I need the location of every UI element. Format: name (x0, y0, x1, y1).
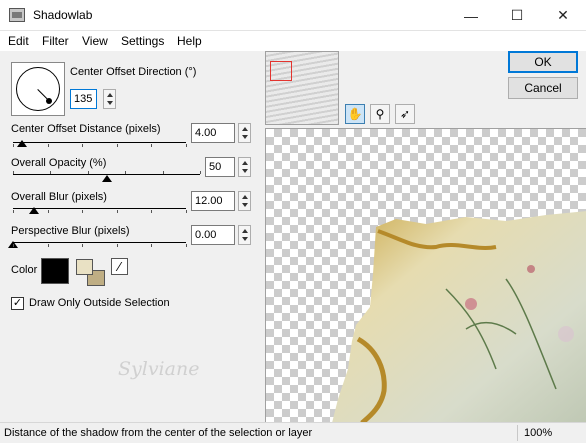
draw-outside-label: Draw Only Outside Selection (29, 297, 170, 309)
dial-handle[interactable] (46, 98, 52, 104)
eyedropper-icon[interactable]: ⁄ (111, 258, 128, 275)
slider-tick (50, 171, 52, 174)
slider-tick (125, 171, 127, 174)
close-button[interactable]: ✕ (540, 0, 586, 31)
direction-dial[interactable] (11, 62, 65, 116)
distance-input[interactable]: 4.00 (191, 123, 235, 143)
perspective-blur-slider[interactable] (13, 242, 186, 243)
distance-spinner[interactable] (238, 123, 251, 143)
status-message: Distance of the shadow from the center o… (4, 427, 313, 439)
opacity-spinner[interactable] (238, 157, 251, 177)
blur-slider[interactable] (13, 208, 186, 209)
slider-tick (162, 171, 164, 174)
zoom-tool-icon[interactable]: ⚲ (370, 104, 390, 124)
distance-slider[interactable] (13, 142, 186, 143)
menu-settings[interactable]: Settings (121, 34, 164, 48)
zoom-level: 100% (524, 427, 553, 439)
slider-tick (13, 144, 14, 147)
menu-edit[interactable]: Edit (8, 34, 29, 48)
blur-input[interactable]: 12.00 (191, 191, 235, 211)
shadow-color-swatch[interactable] (41, 258, 69, 284)
slider-tick (186, 210, 187, 213)
slider-tick (13, 244, 14, 247)
slider-tick (200, 171, 201, 174)
slider-tick (13, 210, 14, 213)
cancel-button[interactable]: Cancel (508, 77, 578, 99)
ok-button[interactable]: OK (508, 51, 578, 73)
draw-outside-checkbox[interactable]: ✓ (11, 297, 24, 310)
perspective-blur-label: Perspective Blur (pixels) (11, 225, 130, 237)
navigator-viewport[interactable] (270, 61, 292, 81)
distance-label: Center Offset Distance (pixels) (11, 123, 161, 135)
window-title: Shadowlab (33, 8, 93, 22)
slider-tick (47, 210, 49, 213)
blur-slider-thumb[interactable] (28, 207, 39, 214)
opacity-label: Overall Opacity (%) (11, 157, 107, 169)
slider-tick (47, 244, 49, 247)
foreground-color-swatch[interactable] (76, 259, 93, 275)
direction-input[interactable]: 135 (70, 89, 97, 109)
slider-tick (151, 244, 153, 247)
app-icon (9, 8, 25, 22)
opacity-input[interactable]: 50 (205, 157, 235, 177)
preview-canvas[interactable] (265, 128, 586, 422)
slider-tick (82, 244, 84, 247)
slider-tick (47, 144, 49, 147)
status-bar: Distance of the shadow from the center o… (0, 422, 586, 443)
slider-tick (116, 244, 118, 247)
slider-tick (151, 210, 153, 213)
slider-tick (87, 171, 89, 174)
slider-tick (13, 171, 14, 174)
menu-help[interactable]: Help (177, 34, 202, 48)
opacity-slider-thumb[interactable] (101, 175, 112, 182)
navigator-thumbnail[interactable] (265, 51, 339, 125)
minimize-button[interactable]: — (448, 0, 494, 31)
perspective-blur-spinner[interactable] (238, 225, 251, 245)
distance-slider-thumb[interactable] (16, 140, 27, 147)
slider-tick (186, 144, 187, 147)
direction-spinner[interactable] (103, 89, 116, 109)
status-divider (517, 425, 518, 441)
blur-label: Overall Blur (pixels) (11, 191, 107, 203)
perspective-blur-input[interactable]: 0.00 (191, 225, 235, 245)
slider-tick (151, 144, 153, 147)
menu-view[interactable]: View (82, 34, 108, 48)
color-label: Color (11, 264, 38, 276)
slider-tick (116, 210, 118, 213)
slider-tick (82, 144, 84, 147)
direction-label: Center Offset Direction (°) (70, 66, 197, 78)
menu-bar: Edit Filter View Settings Help (0, 31, 586, 51)
maximize-button[interactable]: ☐ (494, 0, 540, 31)
watermark: Sylviane (118, 358, 200, 380)
slider-tick (116, 144, 118, 147)
slider-tick (82, 210, 84, 213)
blur-spinner[interactable] (238, 191, 251, 211)
pointer-tool-icon[interactable]: ➶ (395, 104, 415, 124)
preview-image (332, 211, 586, 422)
title-bar: Shadowlab — ☐ ✕ (0, 0, 586, 31)
hand-tool-icon[interactable]: ✋ (345, 104, 365, 124)
menu-filter[interactable]: Filter (42, 34, 69, 48)
slider-tick (186, 244, 187, 247)
